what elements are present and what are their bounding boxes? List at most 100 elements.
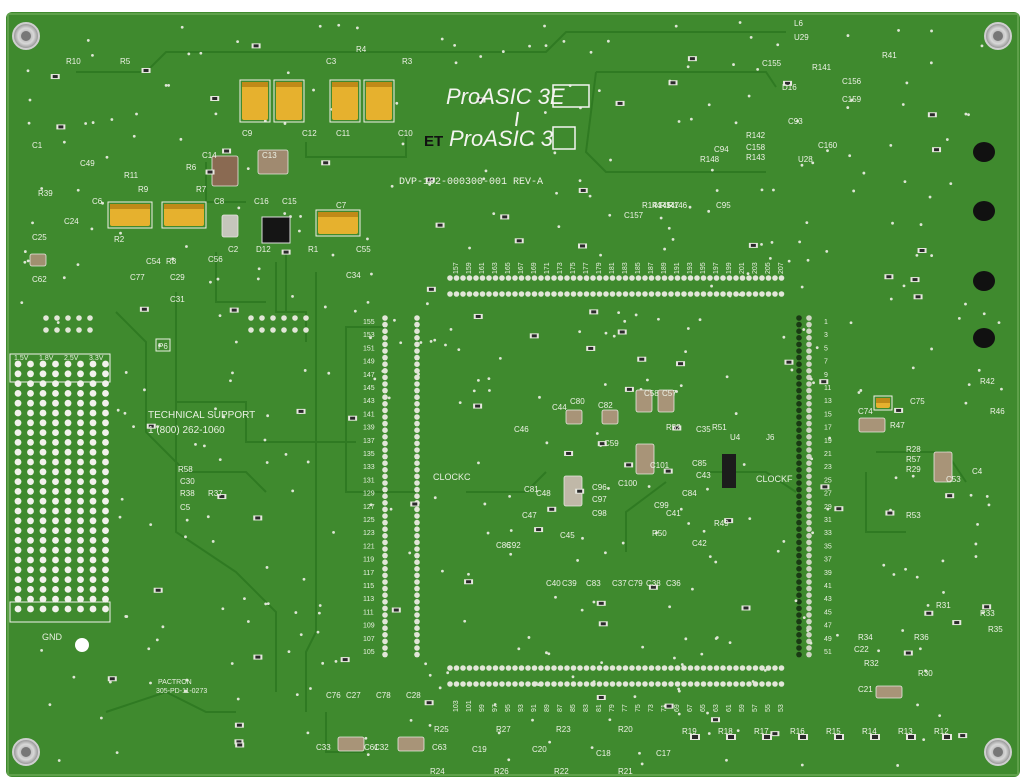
component-ref-label: R29 [906,465,921,474]
component-ref-label: C46 [514,425,529,434]
header-bottom-number: 99 [479,704,486,712]
header-left-number: 149 [363,359,375,366]
component-ref-label: C40 [546,579,561,588]
component-ref-label: R1 [308,245,319,254]
component-ref-label: R16 [790,727,805,736]
header-bottom-number: 61 [726,704,733,712]
component-ref-label: C48 [536,489,551,498]
component-ref-label: C9 [242,129,253,138]
voltage-label: 1.5V [14,355,29,362]
component-ref-label: C38 [646,579,661,588]
header-bottom-number: 93 [518,704,525,712]
header-top-number: 165 [505,262,512,274]
header-left-number: 119 [363,557,374,564]
header-bottom-number: 97 [492,704,499,712]
component-ref-label: C160 [818,141,838,150]
header-top-number: 179 [596,262,603,274]
header-top-number: 171 [544,262,551,274]
header-left-number: 109 [363,623,375,630]
header-right-number: 35 [824,543,832,550]
component-ref-label: C96 [592,483,607,492]
header-right-number: 17 [824,425,832,432]
component-ref-label: R10 [66,57,81,66]
component-ref-label: C49 [80,159,95,168]
header-left-number: 125 [363,517,375,524]
header-right-number: 45 [824,609,832,616]
header-bottom-number: 85 [570,704,577,712]
component-ref-label: R21 [618,767,633,776]
header-left-number: 111 [363,609,374,616]
component-ref-label: C19 [472,745,487,754]
component-ref-label: C43 [696,471,711,480]
component-ref-label: C32 [374,743,389,752]
header-top-number: 205 [765,262,772,274]
component-ref-label: R8 [166,257,177,266]
component-ref-label: R3 [402,57,413,66]
component-ref-label: C55 [356,245,371,254]
header-left-number: 107 [363,636,375,643]
component-ref-label: C41 [666,509,681,518]
header-right-number: 39 [824,570,832,577]
header-bottom-number: 65 [700,704,707,712]
header-left-number: 145 [363,385,375,392]
header-left-number: 133 [363,464,375,471]
component-ref-label: C100 [618,479,638,488]
header-bottom-number: 73 [648,704,655,712]
component-ref-label: R11 [124,171,139,180]
component-ref-label: C47 [522,511,537,520]
via-grid [9,353,111,623]
header-right-number: 47 [824,623,832,630]
component-ref-label: C25 [32,233,47,242]
pcb-artwork: 157 159 161 163 165 167 169 171 173 175 177 179 181 1… [7,13,1019,776]
component-ref-label: C12 [302,129,317,138]
header-right-number: 49 [824,636,832,643]
header-right-number: 13 [824,398,832,405]
component-ref-label: C54 [146,257,161,266]
component-ref-label: C39 [562,579,577,588]
component-ref-label: R4 [356,45,367,54]
header-left-number: 143 [363,398,375,405]
component-ref-label: C94 [714,145,729,154]
header-right-number: 5 [824,345,828,352]
logo-proasic3: ProASIC 3 [449,126,554,151]
component-ref-label: C31 [170,295,185,304]
header-top-number: 183 [622,262,629,274]
gnd-label: GND [42,632,63,642]
component-ref-label: C14 [202,151,217,160]
header-left-number: 139 [363,425,375,432]
header-bottom-number: 87 [557,704,564,712]
component-ref-label: R18 [718,727,733,736]
component-ref-label: R25 [434,725,449,734]
header-left-number: 155 [363,319,375,326]
clockc-label: CLOCKC [433,472,471,482]
part-number: DVP-102-000300-001 REV-A [399,177,543,188]
header-bottom-number: 67 [687,704,694,712]
component-ref-label: C30 [180,477,195,486]
header-bottom-number: 57 [752,704,759,712]
component-ref-label: C33 [316,743,331,752]
component-ref-label: R32 [864,659,879,668]
header-bottom-number: 95 [505,704,512,712]
component-ref-label: R148 [700,155,720,164]
header-bottom-number: 81 [596,704,603,712]
header-left-number: 137 [363,438,375,445]
voltage-label: 1.8V [39,355,54,362]
component-ref-label: C20 [532,745,547,754]
header-top-number: 173 [557,262,564,274]
header-left-number: 147 [363,372,375,379]
component-ref-label: C156 [842,77,862,86]
component-ref-label: C28 [406,691,421,700]
component-ref-label: C2 [228,245,239,254]
component-ref-label: R141 [812,63,832,72]
header-top-number: 167 [518,262,525,274]
component-ref-label: R35 [988,625,1003,634]
header-top-number: 159 [466,262,473,274]
header-left-number: 151 [363,345,375,352]
component-ref-label: C62 [32,275,47,284]
header-right-number: 3 [824,332,828,339]
component-ref-label: R23 [556,725,571,734]
component-ref-label: R33 [980,609,995,618]
header-right-number: 29 [824,504,832,511]
header-bottom-number: 53 [778,704,785,712]
logo-proasic3e: ProASIC 3E [446,84,565,109]
